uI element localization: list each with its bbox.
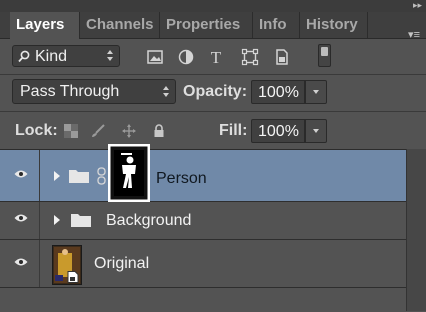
layer-name: Person [156,170,207,187]
updown-arrows-icon [163,85,170,99]
tab-channels[interactable]: Channels [80,12,160,38]
pixel-filter-icon[interactable] [146,48,164,66]
svg-text:T: T [211,48,222,66]
divider [0,111,426,112]
opacity-value: 100% [258,84,299,101]
fill-field[interactable]: 100% [251,119,305,143]
filter-kind-select[interactable]: Kind [12,45,120,67]
lock-transparent-pixels-icon[interactable] [64,124,78,138]
brush-icon[interactable] [91,124,105,138]
eye-icon [14,258,28,266]
panel-top-strip: ▸▸ [0,0,426,12]
folder-icon [69,170,89,183]
tab-properties[interactable]: Properties [160,12,253,38]
filter-kind-label: Kind [35,48,68,65]
eye-icon [14,170,28,178]
layers-list: Person Background Original [0,144,406,312]
double-chevron-right-icon[interactable]: ▸▸ [413,0,422,10]
smart-object-icon [67,271,79,283]
layer-row-background[interactable]: Background [0,202,406,240]
layer-mask-thumbnail[interactable] [108,144,150,202]
layer-filter-row: Kind T [0,39,426,73]
fill-label: Fill: [219,122,248,139]
move-arrows-icon[interactable] [122,124,136,138]
opacity-field[interactable]: 100% [251,80,305,104]
blend-mode-value: Pass Through [20,83,120,100]
eye-icon [14,214,28,222]
tab-layers[interactable]: Layers [10,12,80,39]
lock-label: Lock: [15,122,58,139]
blend-row: Pass Through Opacity: 100% [0,75,426,109]
link-chain-icon[interactable] [97,167,106,185]
expand-arrow-icon[interactable] [54,171,60,181]
layers-scrollbar[interactable] [406,149,426,311]
filter-toggle-switch[interactable] [318,44,331,67]
layer-name: Original [94,255,150,272]
type-filter-icon[interactable]: T [207,48,225,66]
layer-row-original[interactable]: Original [0,240,406,288]
adjustment-filter-icon[interactable] [177,48,195,66]
blend-mode-select[interactable]: Pass Through [12,79,176,104]
tab-info[interactable]: Info [253,12,300,38]
search-icon [18,50,30,63]
visibility-toggle[interactable] [0,150,40,201]
lock-icon[interactable] [152,124,166,138]
opacity-dropdown-button[interactable] [305,80,327,104]
expand-arrow-icon[interactable] [54,215,60,225]
visibility-toggle[interactable] [0,202,40,239]
tab-history[interactable]: History [300,12,368,38]
fill-value: 100% [258,123,299,140]
layer-row-person[interactable]: Person [0,144,406,202]
shape-filter-icon[interactable] [241,48,259,66]
panel-tab-bar: Layers Channels Properties Info History … [0,12,426,41]
updown-arrows-icon [107,49,114,63]
fill-dropdown-button[interactable] [305,119,327,143]
layer-name: Background [106,212,192,229]
folder-icon [71,214,91,227]
opacity-label: Opacity: [183,83,248,100]
lock-row: Lock: Fill: 100% [0,113,426,149]
smart-object-filter-icon[interactable] [273,48,291,66]
visibility-toggle[interactable] [0,240,40,287]
